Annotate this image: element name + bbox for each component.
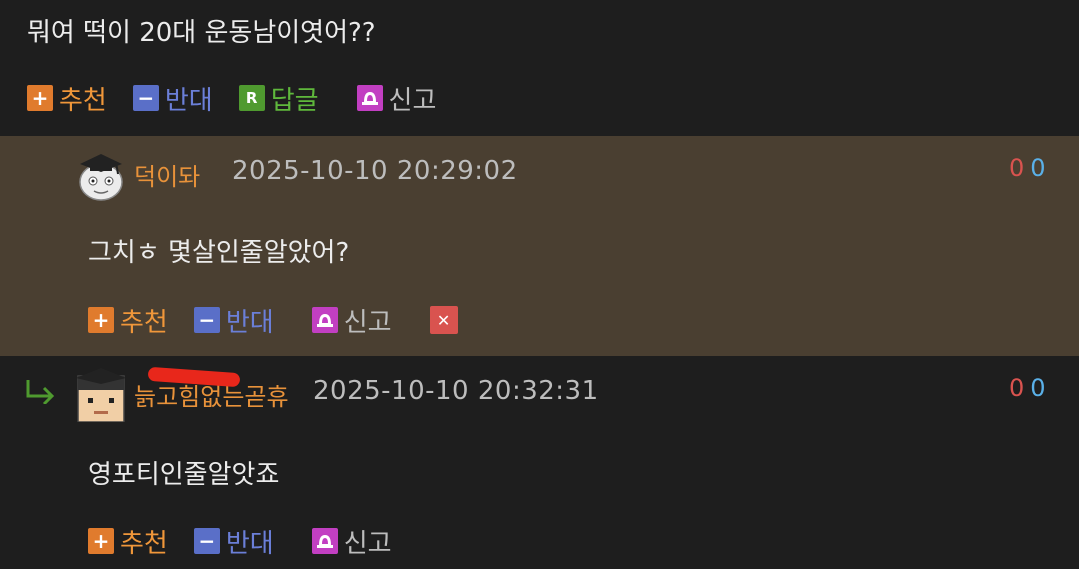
comment-text: 그치ㅎ 몇살인줄알았어? — [88, 238, 350, 268]
siren-icon — [356, 85, 383, 111]
downvote-count: 0 — [1030, 154, 1046, 182]
close-icon: ✕ — [429, 306, 458, 334]
minus-icon: − — [193, 307, 220, 333]
comment-text: 뭐여 떡이 20대 운동남이엿어?? — [27, 18, 376, 48]
recommend-label: 추천 — [120, 528, 168, 559]
downvote-count: 0 — [1030, 374, 1046, 402]
report-label: 신고 — [343, 528, 392, 559]
upvote-count: 0 — [1009, 154, 1025, 182]
comment-actions: + 추천 − 반대 신고 — [88, 523, 418, 559]
reply-button[interactable]: R 답글 — [238, 80, 319, 117]
oppose-label: 반대 — [225, 528, 274, 559]
report-button[interactable]: 신고 — [311, 302, 392, 339]
vote-counts: 00 — [1009, 154, 1046, 182]
avatar[interactable] — [76, 366, 126, 423]
recommend-label: 추천 — [59, 85, 107, 116]
plus-icon: + — [88, 307, 114, 333]
recommend-button[interactable]: + 추천 — [27, 80, 107, 117]
siren-icon — [311, 528, 338, 554]
report-label: 신고 — [388, 85, 437, 116]
minus-icon: − — [193, 528, 220, 554]
reply-label: 답글 — [270, 85, 319, 116]
upvote-count: 0 — [1009, 374, 1025, 402]
plus-icon: + — [27, 85, 53, 111]
comment-actions: + 추천 − 반대 R 답글 신고 — [27, 80, 462, 116]
comment-text: 영포티인줄알앗죠 — [88, 460, 280, 490]
report-button[interactable]: 신고 — [356, 80, 437, 117]
recommend-button[interactable]: + 추천 — [88, 523, 168, 560]
recommend-label: 추천 — [120, 307, 168, 338]
reply-icon: R — [238, 85, 265, 111]
reply-arrow-icon — [24, 378, 58, 408]
nickname[interactable]: 덕이돠 — [134, 157, 200, 192]
avatar[interactable] — [76, 148, 126, 201]
oppose-button[interactable]: − 반대 — [193, 302, 274, 339]
parent-comment: 뭐여 떡이 20대 운동남이엿어?? + 추천 − 반대 R 답글 신고 — [0, 0, 1079, 136]
recommend-button[interactable]: + 추천 — [88, 302, 168, 339]
timestamp: 2025-10-10 20:32:31 — [313, 376, 599, 406]
timestamp: 2025-10-10 20:29:02 — [232, 156, 518, 186]
minus-icon: − — [132, 85, 159, 111]
plus-icon: + — [88, 528, 114, 554]
oppose-button[interactable]: − 반대 — [193, 523, 274, 560]
delete-button[interactable]: ✕ — [429, 306, 464, 334]
oppose-label: 반대 — [164, 85, 213, 116]
oppose-button[interactable]: − 반대 — [132, 80, 213, 117]
report-label: 신고 — [343, 307, 392, 338]
vote-counts: 00 — [1009, 374, 1046, 402]
reply-comment-1: 덕이돠 2025-10-10 20:29:02 00 그치ㅎ 몇살인줄알았어? … — [0, 136, 1079, 356]
siren-icon — [311, 307, 338, 333]
reply-comment-2: 늙고힘없는곧휴 2025-10-10 20:32:31 00 영포티인줄알앗죠 … — [0, 356, 1079, 569]
report-button[interactable]: 신고 — [311, 523, 392, 560]
oppose-label: 반대 — [225, 307, 274, 338]
comment-actions: + 추천 − 반대 신고 ✕ — [88, 302, 490, 338]
